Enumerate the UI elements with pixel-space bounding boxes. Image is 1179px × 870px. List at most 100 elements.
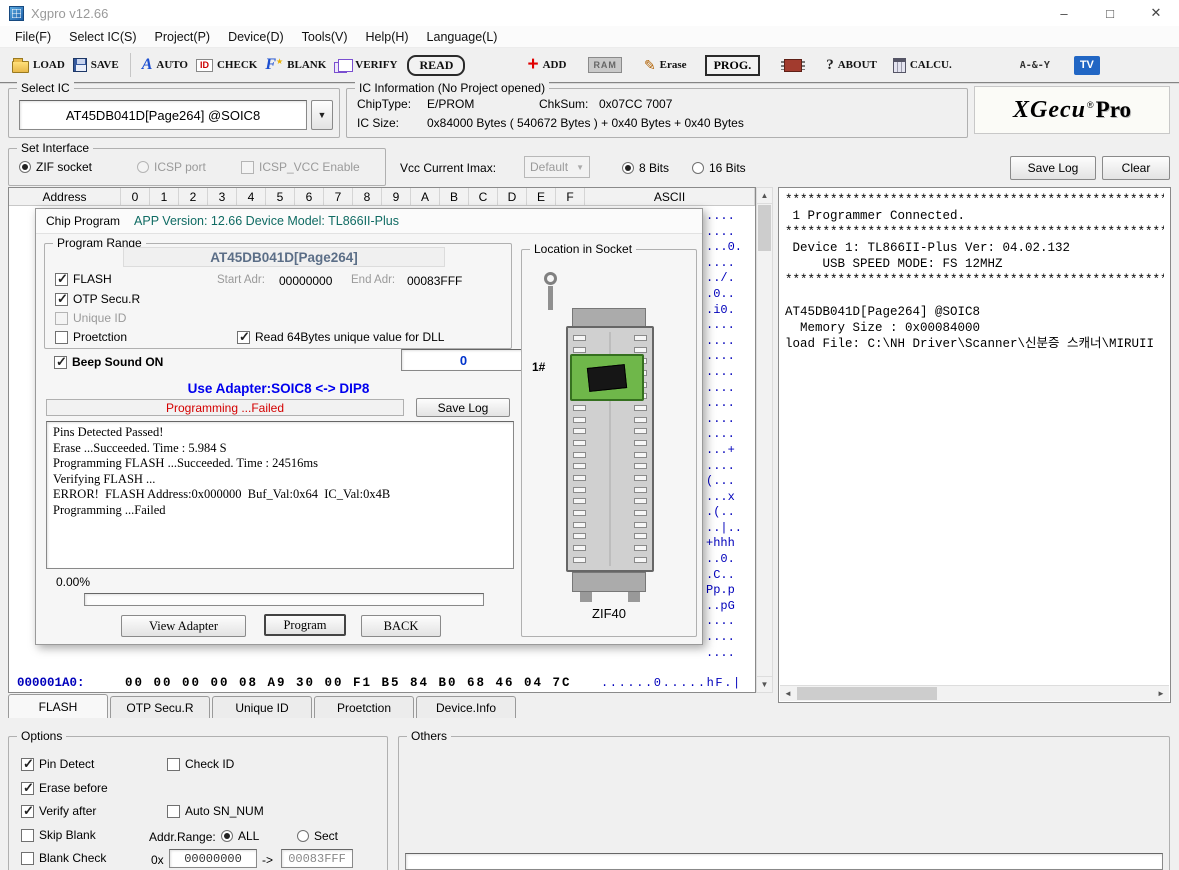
menu-item[interactable]: Select IC(S) [60, 28, 145, 46]
calculator-button[interactable]: CALCU. [889, 56, 956, 75]
socket-group-label: Location in Socket [530, 242, 636, 256]
checkbox-box [21, 758, 34, 771]
check-button[interactable]: CHECK [192, 57, 261, 74]
tab-unique-id[interactable]: Unique ID [212, 696, 312, 718]
pencil-erase-icon [644, 57, 656, 74]
addr-sect-radio[interactable]: Sect [297, 829, 338, 843]
progress-bar [84, 593, 484, 606]
hex-ascii-fragment: ...+ [706, 443, 755, 459]
pin-slot [573, 557, 586, 563]
8-bits-radio[interactable]: 8 Bits [622, 161, 669, 175]
hex-row[interactable]: 000001A0: 00 00 00 00 08 A9 30 00 F1 B5 … [9, 675, 755, 691]
dialog-save-log-button[interactable]: Save Log [416, 398, 510, 417]
menu-item[interactable]: Language(L) [418, 28, 507, 46]
close-button[interactable]: ✕ [1133, 0, 1179, 26]
range-from-input[interactable]: 00000000 [169, 849, 257, 868]
pin-detect-checkbox[interactable]: Pin Detect [21, 757, 94, 771]
clear-button[interactable]: Clear [1102, 156, 1170, 180]
vcc-current-select[interactable]: Default [524, 156, 590, 178]
menu-item[interactable]: Tools(V) [293, 28, 357, 46]
maximize-button[interactable]: □ [1087, 0, 1133, 26]
hex-column-header: 7 [324, 188, 353, 205]
blank-check-checkbox[interactable]: Blank Check [21, 851, 106, 865]
tab-otp-secur[interactable]: OTP Secu.R [110, 696, 210, 718]
tab-flash[interactable]: FLASH [8, 694, 108, 718]
pin-slot [634, 440, 647, 446]
read-button[interactable]: READ [407, 55, 465, 76]
scroll-up-icon[interactable]: ▲ [757, 188, 772, 204]
scrollbar-thumb[interactable] [758, 205, 771, 251]
minimize-button[interactable]: – [1041, 0, 1087, 26]
prog-button[interactable]: PROG. [705, 55, 761, 76]
unique-id-checkbox[interactable]: Unique ID [55, 311, 126, 325]
save-log-button[interactable]: Save Log [1010, 156, 1096, 180]
zif-socket-radio[interactable]: ZIF socket [19, 160, 92, 174]
others-status-field[interactable] [405, 853, 1163, 870]
menu-item[interactable]: File(F) [6, 28, 60, 46]
hex-vertical-scrollbar[interactable]: ▲ ▼ [756, 187, 773, 693]
pin-slot [634, 405, 647, 411]
load-button[interactable]: LOAD [8, 56, 69, 75]
icsp-vcc-checkbox[interactable]: ICSP_VCC Enable [241, 160, 360, 174]
read-64bytes-checkbox[interactable]: Read 64Bytes unique value for DLL [237, 330, 444, 344]
erase-before-checkbox[interactable]: Erase before [21, 781, 108, 795]
chksum-value: 0x07CC 7007 [599, 97, 672, 111]
ram-button[interactable]: RAM [584, 55, 626, 75]
otp-secur-checkbox[interactable]: OTP Secu.R [55, 292, 140, 306]
hex-column-header: 8 [353, 188, 382, 205]
dialog-header[interactable]: Chip Program APP Version: 12.66 Device M… [36, 209, 702, 234]
blank-button[interactable]: BLANK [261, 54, 330, 76]
verify-button[interactable]: VERIFY [330, 56, 401, 75]
auto-button[interactable]: AUTO [138, 54, 192, 76]
start-adr-value: 00000000 [279, 274, 332, 288]
auto-sn-checkbox[interactable]: Auto SN_NUM [167, 804, 264, 818]
skip-blank-checkbox[interactable]: Skip Blank [21, 828, 96, 842]
menu-item[interactable]: Device(D) [219, 28, 293, 46]
protection-checkbox[interactable]: Proetction [55, 330, 127, 344]
view-adapter-button[interactable]: View Adapter [121, 615, 246, 637]
tab-protection[interactable]: Proetction [314, 696, 414, 718]
add-button[interactable]: ADD [523, 56, 570, 75]
back-button[interactable]: BACK [361, 615, 441, 637]
beep-sound-checkbox[interactable]: Beep Sound ON [54, 355, 163, 369]
menu-item[interactable]: Help(H) [356, 28, 417, 46]
others-group-label: Others [407, 729, 451, 743]
pin-slot [573, 347, 586, 353]
scroll-right-icon[interactable]: ► [1153, 686, 1169, 701]
addr-all-radio[interactable]: ALL [221, 829, 259, 843]
ic-test-button[interactable] [776, 57, 810, 74]
pin-slot [634, 522, 647, 528]
tv-button[interactable]: TV [1070, 54, 1104, 77]
pin-slot [634, 335, 647, 341]
icsp-port-radio[interactable]: ICSP port [137, 160, 206, 174]
clear-label: Clear [1122, 161, 1151, 175]
program-button[interactable]: Program [264, 614, 346, 636]
log-horizontal-scrollbar[interactable]: ◄ ► [780, 685, 1169, 701]
save-button[interactable]: SAVE [69, 56, 123, 74]
hex-column-header: B [440, 188, 469, 205]
check-id-checkbox[interactable]: Check ID [167, 757, 234, 771]
verify-after-checkbox[interactable]: Verify after [21, 804, 96, 818]
scroll-left-icon[interactable]: ◄ [780, 686, 796, 701]
blank-check-label: Blank Check [39, 851, 106, 865]
save-label: SAVE [91, 59, 119, 71]
hex-ascii-fragment: ..|.. [706, 521, 755, 537]
ic-select-combobox[interactable]: AT45DB041D[Page264] @SOIC8 [19, 100, 307, 130]
menu-item[interactable]: Project(P) [146, 28, 220, 46]
erase-button[interactable]: Erase [640, 55, 691, 76]
range-to-input[interactable]: 00083FFF [281, 849, 353, 868]
others-group: Others [398, 736, 1170, 870]
logic-test-button[interactable]: A-&-Y [1016, 58, 1054, 73]
hex-ascii-fragment: ..pG [706, 599, 755, 615]
flash-checkbox[interactable]: FLASH [55, 272, 112, 286]
dialog-log-box[interactable]: Pins Detected Passed!Erase ...Succeeded.… [46, 421, 514, 569]
scroll-down-icon[interactable]: ▼ [757, 676, 772, 692]
about-button[interactable]: ABOUT [822, 55, 881, 76]
socket-foot [628, 592, 640, 602]
status-strip: Programming ...Failed [46, 399, 404, 416]
16-bits-radio[interactable]: 16 Bits [692, 161, 746, 175]
ic-select-dropdown-button[interactable] [311, 100, 333, 130]
tab-device-info[interactable]: Device.Info [416, 696, 516, 718]
select-ic-group-label: Select IC [17, 81, 74, 95]
scrollbar-thumb[interactable] [797, 687, 937, 700]
